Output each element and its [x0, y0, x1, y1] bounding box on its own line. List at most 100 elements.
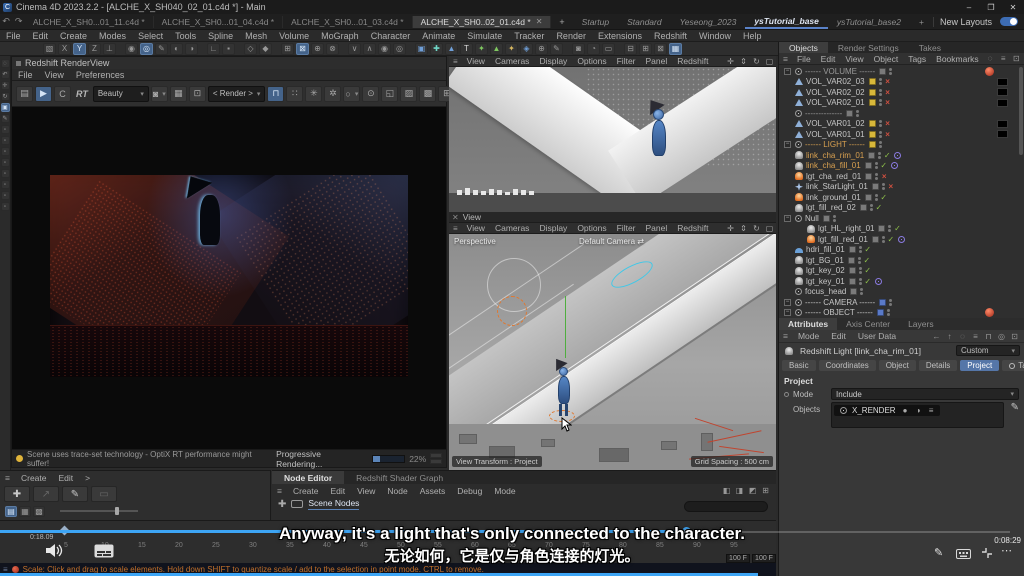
- object-menu-bookmarks[interactable]: Bookmarks: [931, 54, 984, 64]
- annotate-pencil-icon[interactable]: ✎: [934, 546, 943, 559]
- menu-mograph[interactable]: MoGraph: [315, 31, 365, 41]
- light-gizmo-arc[interactable]: [497, 296, 527, 326]
- move-tool-icon[interactable]: ✛: [1, 81, 10, 90]
- dolly-view-icon[interactable]: ⇕: [738, 56, 749, 66]
- object-row-light[interactable]: −------ LIGHT ------: [779, 140, 1024, 151]
- new-view-icon[interactable]: ⊞: [760, 486, 771, 496]
- visibility-dots[interactable]: [888, 225, 891, 232]
- panel-menu-icon[interactable]: ≡: [779, 54, 792, 64]
- disabled-x-icon[interactable]: ×: [883, 77, 893, 86]
- rotate-view-icon[interactable]: ↻: [751, 56, 762, 66]
- crop-icon[interactable]: ⊡: [189, 86, 206, 102]
- viewport-menu-filter[interactable]: Filter: [612, 223, 641, 233]
- layer-color-chip[interactable]: [823, 215, 830, 222]
- menu-overflow[interactable]: >: [79, 473, 96, 483]
- edit-pencil-icon[interactable]: ✎: [1011, 402, 1019, 413]
- layer-color-chip[interactable]: [865, 173, 872, 180]
- node-menu-node[interactable]: Node: [381, 486, 413, 496]
- enabled-check-icon[interactable]: ✓: [882, 151, 892, 160]
- subtitles-icon[interactable]: [94, 544, 114, 558]
- viewport-menu-cameras[interactable]: Cameras: [490, 56, 534, 66]
- list-view-icon[interactable]: ▤: [5, 506, 17, 517]
- layer-color-chip[interactable]: [869, 99, 876, 106]
- render-region-icon[interactable]: ○▾: [343, 86, 360, 102]
- keyframe-prev-icon[interactable]: ∨: [348, 43, 361, 55]
- detail-view-icon[interactable]: ▩: [33, 506, 45, 517]
- expand-toggle-icon[interactable]: −: [784, 215, 791, 222]
- pixel-probe-icon[interactable]: ⊙: [362, 86, 379, 102]
- object-menu-tags[interactable]: Tags: [903, 54, 931, 64]
- more-options-icon[interactable]: ⋯: [1001, 544, 1012, 557]
- edge-mode-icon[interactable]: ✚: [430, 43, 443, 55]
- object-row-vol-var02-01[interactable]: VOL_VAR02_01×: [779, 98, 1024, 109]
- disabled-x-icon[interactable]: ×: [883, 88, 893, 97]
- pin-icon[interactable]: ◩: [747, 486, 758, 496]
- restart-render-icon[interactable]: C: [54, 86, 71, 102]
- object-row-vol-var02-02[interactable]: VOL_VAR02_02×: [779, 87, 1024, 98]
- rotate-view-icon[interactable]: ↻: [751, 223, 762, 233]
- object-row-camera[interactable]: −------ CAMERA ------: [779, 297, 1024, 308]
- locked-slot[interactable]: ▭: [91, 486, 117, 502]
- object-row-volume[interactable]: −------ VOLUME ------: [779, 66, 1024, 77]
- keyframe-next-icon[interactable]: ∧: [363, 43, 376, 55]
- add-layout-tab-button[interactable]: +: [910, 16, 933, 28]
- menu-render[interactable]: Render: [550, 31, 592, 41]
- disabled-x-icon[interactable]: ×: [883, 98, 893, 107]
- node-menu-create[interactable]: Create: [287, 486, 325, 496]
- extrude-tool-icon[interactable]: ▫: [1, 169, 10, 178]
- visibility-dots[interactable]: [879, 131, 882, 138]
- gradient-tool-icon[interactable]: ▧: [43, 43, 56, 55]
- object-row-focus-head[interactable]: focus_head: [779, 287, 1024, 298]
- maximize-view-icon[interactable]: ▢: [764, 223, 775, 233]
- visibility-dots[interactable]: [859, 246, 862, 253]
- object-row-vol-var01-01[interactable]: VOL_VAR01_01×: [779, 129, 1024, 140]
- freeze-icon[interactable]: ✳: [305, 86, 322, 102]
- magnet-tool-icon[interactable]: ▫: [1, 147, 10, 156]
- menu-mesh[interactable]: Mesh: [239, 31, 273, 41]
- target-tag-icon[interactable]: [894, 152, 901, 159]
- key-position-icon[interactable]: ◇: [244, 43, 257, 55]
- object-row-link-ground-01[interactable]: link_ground_01✓: [779, 192, 1024, 203]
- pan-view-icon[interactable]: ✛: [725, 56, 736, 66]
- object-row-object[interactable]: −------ OBJECT ------: [779, 308, 1024, 319]
- object-row-null[interactable]: −Null: [779, 213, 1024, 224]
- maximize-view-icon[interactable]: ▢: [764, 56, 775, 66]
- visibility-dots[interactable]: [875, 173, 878, 180]
- viewport-menu-display[interactable]: Display: [534, 56, 572, 66]
- visibility-dots[interactable]: [833, 215, 836, 222]
- visibility-dots[interactable]: [875, 194, 878, 201]
- enabled-check-icon[interactable]: ✓: [879, 193, 889, 202]
- node-editor-tab-redshift-shader-graph[interactable]: Redshift Shader Graph: [344, 471, 455, 484]
- layer-color-chip[interactable]: [869, 141, 876, 148]
- add-node-icon[interactable]: ✚: [278, 499, 286, 510]
- layout-tab-standard[interactable]: Standard: [618, 16, 671, 28]
- disabled-x-icon[interactable]: ×: [883, 119, 893, 128]
- viewport-top-canvas[interactable]: [449, 67, 776, 212]
- expand-toggle-icon[interactable]: −: [784, 68, 791, 75]
- pen-tool-icon[interactable]: ✎: [1, 114, 10, 123]
- keyboard-icon[interactable]: [956, 549, 971, 559]
- layer-color-chip[interactable]: [865, 162, 872, 169]
- viewport-menu-redshift[interactable]: Redshift: [672, 223, 713, 233]
- add-button[interactable]: ✚: [4, 486, 30, 502]
- object-row-link-cha-rim-01[interactable]: link_cha_rim_01✓: [779, 150, 1024, 161]
- minimize-button[interactable]: –: [958, 3, 980, 12]
- fit-image-icon[interactable]: ◱: [381, 86, 398, 102]
- section-tab-project[interactable]: Project: [960, 360, 999, 371]
- grid-view-icon[interactable]: ▦: [19, 506, 31, 517]
- camera-tool-icon[interactable]: ◙: [572, 43, 585, 55]
- viewport-menu-view[interactable]: View: [462, 56, 490, 66]
- menu-file[interactable]: File: [0, 31, 27, 41]
- brush-tool-icon[interactable]: ▫: [1, 125, 10, 134]
- back-icon[interactable]: ←: [931, 331, 942, 341]
- object-row-vol-var02-03[interactable]: VOL_VAR02_03×: [779, 77, 1024, 88]
- measure-tool-icon[interactable]: ▫: [1, 202, 10, 211]
- zoom-tool-icon[interactable]: ◌: [1, 59, 10, 68]
- menu-spline[interactable]: Spline: [202, 31, 239, 41]
- pass-dropdown[interactable]: Beauty▾: [93, 86, 149, 102]
- visibility-dots[interactable]: [878, 152, 881, 159]
- visibility-dots[interactable]: [859, 267, 862, 274]
- menu-tracker[interactable]: Tracker: [508, 31, 550, 41]
- camera-lock-toggle[interactable]: ⊓: [267, 86, 284, 102]
- panel-menu-icon[interactable]: ≡: [449, 224, 462, 233]
